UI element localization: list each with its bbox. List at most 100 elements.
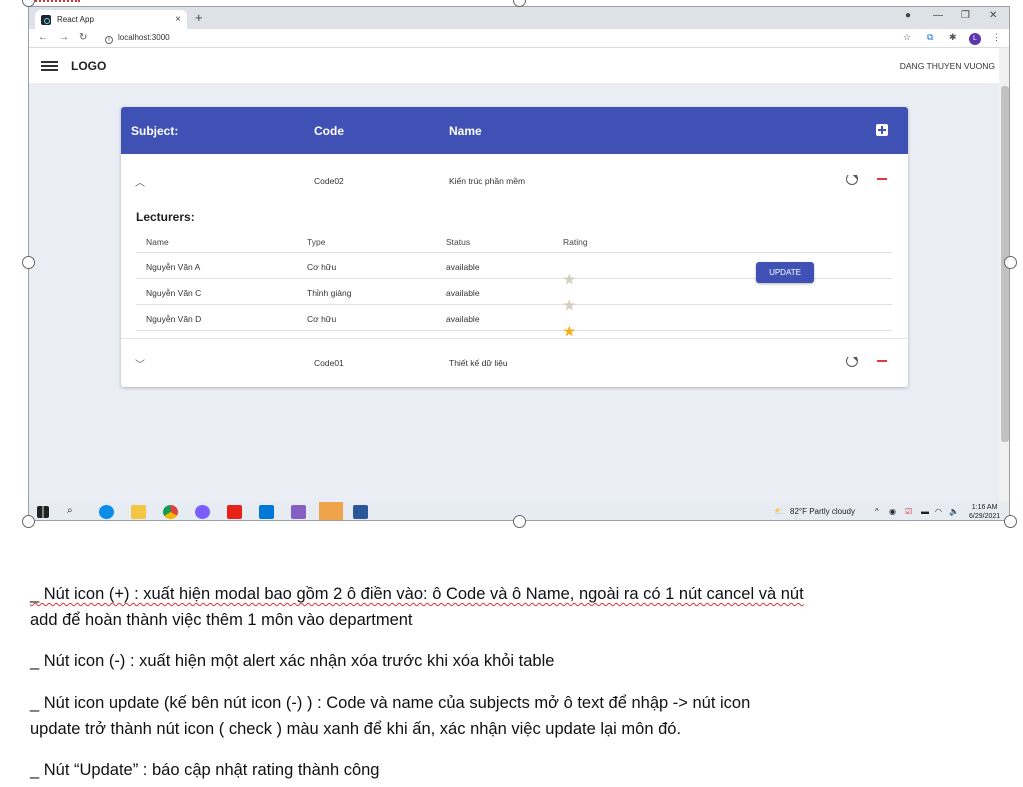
search-icon[interactable]: ⌕ [67, 505, 82, 519]
note-paragraph-add: _ Nút icon (+) : xuất hiện modal bao gồm… [30, 581, 804, 633]
resize-handle[interactable] [22, 256, 35, 269]
reload-icon[interactable]: ↻ [79, 32, 87, 43]
tab-close-icon[interactable]: × [175, 14, 181, 25]
lecturers-table: Name Type Status Rating Nguyễn Văn A Cơ … [136, 231, 892, 339]
subjects-card: Subject: Code Name ︿ Code02 Kiến trúc ph… [121, 107, 908, 387]
note-text: _ Nút icon (+) : xuất hiện modal bao gồm… [30, 585, 804, 603]
weather-text[interactable]: 82°F Partly cloudy [790, 507, 855, 516]
note-text: _ Nút “Update” : báo cập nhật rating thà… [30, 761, 380, 779]
resize-handle[interactable] [22, 515, 35, 528]
browser-menu-icon[interactable]: ⋮ [992, 32, 1001, 43]
back-icon[interactable]: ← [38, 32, 48, 43]
tray-app-icon[interactable]: ◉ [889, 507, 896, 516]
header-code: Code [314, 124, 344, 138]
col-status: Status [446, 237, 471, 247]
url-field[interactable]: i localhost:3000 [105, 33, 170, 44]
delete-icon[interactable] [877, 178, 887, 180]
resize-handle[interactable] [1004, 515, 1017, 528]
chevron-down-icon[interactable]: ﹀ [135, 356, 145, 371]
lecturer-status: available [446, 288, 480, 298]
lecturers-title: Lecturers: [136, 210, 195, 224]
update-icon[interactable] [846, 355, 858, 367]
windows-start-icon[interactable] [37, 506, 49, 518]
table-row: Nguyễn Văn C Thỉnh giảng available ★ ★ ★ ★ ★ [136, 279, 892, 313]
browser-tab[interactable]: React App × [35, 10, 187, 29]
window-close-icon[interactable]: ✕ [989, 10, 997, 21]
lecturers-header-row: Name Type Status Rating [136, 231, 892, 253]
chevron-up-icon[interactable]: ︿ [135, 174, 145, 189]
vscode-icon[interactable] [259, 505, 274, 519]
taskbar-clock[interactable]: 1:16 AM 6/29/2021 [969, 503, 1001, 520]
record-icon[interactable]: ● [905, 10, 911, 21]
row-divider [121, 338, 908, 339]
word-icon[interactable] [353, 505, 368, 519]
edge-icon[interactable] [99, 505, 114, 519]
lecturer-type: Cơ hữu [307, 314, 337, 324]
header-subject: Subject: [131, 124, 179, 138]
lecturer-name: Nguyễn Văn D [146, 314, 202, 324]
minimize-icon[interactable]: — [933, 10, 943, 21]
add-subject-icon[interactable] [876, 124, 888, 136]
extensions-icon[interactable]: ✱ [949, 32, 957, 43]
note-paragraph-delete: _ Nút icon (-) : xuất hiện một alert xác… [30, 648, 554, 674]
note-text: _ Nút icon update (kế bên nút icon (-) )… [30, 694, 751, 712]
chrome-icon[interactable] [163, 505, 178, 519]
new-tab-icon[interactable]: + [195, 10, 203, 25]
subject-code: Code01 [314, 358, 344, 368]
subjects-table-header: Subject: Code Name [121, 107, 908, 154]
tab-title: React App [57, 15, 94, 24]
lecturer-name: Nguyễn Văn A [146, 262, 201, 272]
url-text: localhost:3000 [118, 33, 170, 42]
lecturer-type: Cơ hữu [307, 262, 337, 272]
col-type: Type [307, 237, 326, 247]
col-rating: Rating [563, 237, 588, 247]
resize-handle[interactable] [513, 515, 526, 528]
menu-icon[interactable] [41, 61, 58, 71]
embedded-screenshot: React App × + ● — ❐ ✕ ← → ↻ i localhost:3… [28, 6, 1010, 521]
spellcheck-mark [28, 0, 80, 2]
bookmark-star-icon[interactable]: ☆ [903, 32, 911, 43]
subject-name: Kiến trúc phần mềm [449, 176, 526, 186]
messenger-icon[interactable] [195, 505, 210, 519]
lecturer-status: available [446, 262, 480, 272]
header-name: Name [449, 124, 482, 138]
restore-icon[interactable]: ❐ [961, 10, 970, 21]
antivirus-icon[interactable]: ☑ [905, 507, 912, 516]
battery-icon[interactable]: ▬ [921, 507, 929, 516]
lecturer-name: Nguyễn Văn C [146, 288, 202, 298]
subject-row: ︿ Code02 Kiến trúc phần mềm [121, 162, 908, 198]
note-text: _ Nút icon (-) : xuất hiện một alert xác… [30, 652, 555, 670]
tray-chevron-icon[interactable]: ^ [875, 507, 879, 516]
youtube-icon[interactable] [227, 505, 242, 519]
volume-icon[interactable]: 🔈 [949, 507, 959, 516]
subject-name: Thiết kế dữ liệu [449, 358, 508, 368]
user-name[interactable]: DANG THUYEN VUONG [900, 61, 995, 71]
translate-icon[interactable]: ⧉ [927, 32, 933, 43]
note-text: add để hoàn thành việc thêm 1 môn vào de… [30, 611, 413, 629]
browser-tabstrip: React App × + ● — ❐ ✕ [29, 7, 1009, 29]
page-scrollbar[interactable] [999, 48, 1009, 502]
lecturer-type: Thỉnh giảng [307, 288, 352, 298]
resize-handle[interactable] [1004, 256, 1017, 269]
table-row: Nguyễn Văn A Cơ hữu available ★ ★ ★ ★ ★ UPDA… [136, 253, 892, 287]
note-paragraph-update-button: _ Nút “Update” : báo cập nhật rating thà… [30, 757, 379, 783]
active-app-icon[interactable] [319, 502, 343, 520]
app-header: LOGO DANG THUYEN VUONG [29, 48, 999, 83]
clock-date: 6/29/2021 [969, 513, 1001, 520]
delete-icon[interactable] [877, 360, 887, 362]
forward-icon[interactable]: → [59, 32, 69, 43]
lecturer-status: available [446, 314, 480, 324]
app-logo: LOGO [71, 59, 107, 73]
address-bar: ← → ↻ i localhost:3000 ☆ ⧉ ✱ L ⋮ [29, 29, 1009, 48]
subject-row: ﹀ Code01 Thiết kế dữ liệu [121, 344, 908, 380]
visual-studio-icon[interactable] [291, 505, 306, 519]
file-explorer-icon[interactable] [131, 505, 146, 519]
clock-time: 1:16 AM [971, 504, 998, 511]
note-text: update trở thành nút icon ( check ) màu … [30, 720, 682, 738]
col-name: Name [146, 237, 169, 247]
update-icon[interactable] [846, 173, 858, 185]
profile-avatar[interactable]: L [969, 33, 981, 45]
note-paragraph-update-icon: _ Nút icon update (kế bên nút icon (-) )… [30, 690, 750, 742]
table-row: Nguyễn Văn D Cơ hữu available ★ ★ ★ ★ ★ [136, 305, 892, 339]
wifi-icon[interactable]: ◠ [935, 507, 942, 516]
